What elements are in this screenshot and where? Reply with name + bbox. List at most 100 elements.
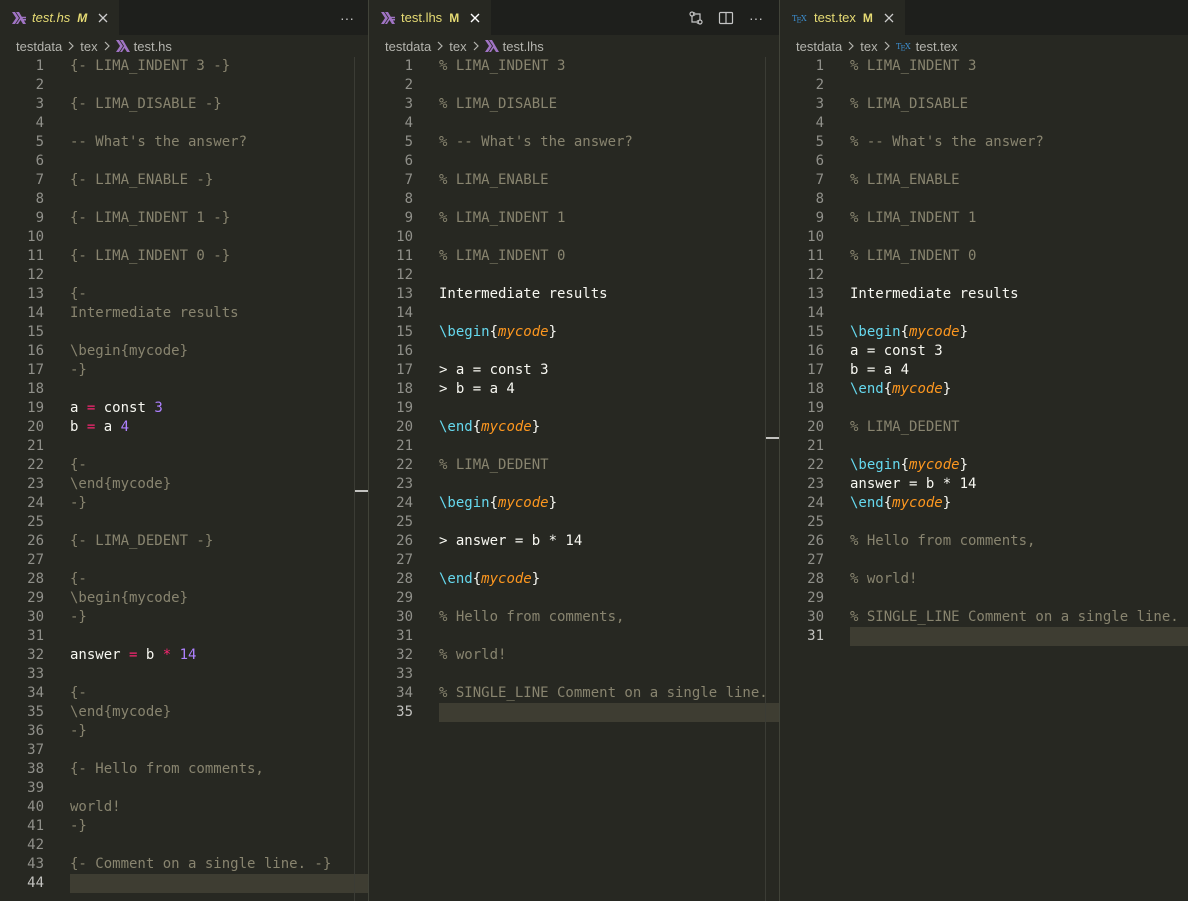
code-line[interactable] bbox=[70, 228, 368, 247]
breadcrumb-folder-testdata[interactable]: testdata bbox=[385, 39, 431, 54]
code-line[interactable] bbox=[850, 228, 1188, 247]
code-line[interactable]: \end{mycode} bbox=[70, 475, 368, 494]
code-line[interactable]: \begin{mycode} bbox=[850, 323, 1188, 342]
code-line[interactable] bbox=[439, 304, 779, 323]
code-line[interactable]: b = a 4 bbox=[850, 361, 1188, 380]
code-line[interactable] bbox=[439, 589, 779, 608]
code-line[interactable] bbox=[439, 627, 779, 646]
code-line[interactable]: Intermediate results bbox=[850, 285, 1188, 304]
open-changes-icon[interactable] bbox=[685, 7, 707, 29]
code-line[interactable] bbox=[439, 228, 779, 247]
tab-test-lhs[interactable]: test.lhs M bbox=[369, 0, 492, 35]
code-line[interactable]: -} bbox=[70, 722, 368, 741]
code-line[interactable] bbox=[70, 266, 368, 285]
code-line[interactable]: -- What's the answer? bbox=[70, 133, 368, 152]
code-line[interactable]: % Hello from comments, bbox=[439, 608, 779, 627]
code-area[interactable]: % LIMA_INDENT 3 % LIMA_DISABLE % -- What's… bbox=[439, 57, 779, 722]
code-line[interactable]: % LIMA_DISABLE bbox=[850, 95, 1188, 114]
code-line[interactable]: \begin{mycode} bbox=[70, 342, 368, 361]
code-area[interactable]: {- LIMA_INDENT 3 -} {- LIMA_DISABLE -} -- … bbox=[70, 57, 368, 893]
more-actions-icon[interactable]: ··· bbox=[745, 7, 767, 29]
code-line[interactable]: -} bbox=[70, 361, 368, 380]
code-line[interactable]: {- Hello from comments, bbox=[70, 760, 368, 779]
code-line[interactable]: \end{mycode} bbox=[850, 380, 1188, 399]
code-line[interactable] bbox=[850, 76, 1188, 95]
current-line[interactable] bbox=[850, 627, 1188, 646]
code-line[interactable]: % LIMA_INDENT 3 bbox=[439, 57, 779, 76]
code-line[interactable] bbox=[439, 551, 779, 570]
code-line[interactable]: {- bbox=[70, 570, 368, 589]
breadcrumb-folder-testdata[interactable]: testdata bbox=[16, 39, 62, 54]
code-line[interactable]: b = a 4 bbox=[70, 418, 368, 437]
code-line[interactable] bbox=[70, 114, 368, 133]
current-line[interactable] bbox=[70, 874, 368, 893]
code-line[interactable]: answer = b * 14 bbox=[70, 646, 368, 665]
code-line[interactable] bbox=[70, 836, 368, 855]
code-line[interactable] bbox=[850, 551, 1188, 570]
code-line[interactable]: > answer = b * 14 bbox=[439, 532, 779, 551]
code-line[interactable]: world! bbox=[70, 798, 368, 817]
split-editor-icon[interactable] bbox=[715, 7, 737, 29]
code-line[interactable]: {- bbox=[70, 285, 368, 304]
code-line[interactable]: a = const 3 bbox=[70, 399, 368, 418]
breadcrumb-folder-tex[interactable]: tex bbox=[80, 39, 97, 54]
code-line[interactable] bbox=[850, 152, 1188, 171]
code-line[interactable]: -} bbox=[70, 608, 368, 627]
breadcrumb-folder-tex[interactable]: tex bbox=[860, 39, 877, 54]
code-line[interactable]: % LIMA_INDENT 0 bbox=[439, 247, 779, 266]
code-line[interactable]: {- LIMA_DEDENT -} bbox=[70, 532, 368, 551]
code-line[interactable] bbox=[70, 627, 368, 646]
code-line[interactable]: \begin{mycode} bbox=[439, 494, 779, 513]
code-line[interactable] bbox=[70, 380, 368, 399]
close-icon[interactable] bbox=[881, 10, 897, 26]
code-line[interactable]: {- LIMA_ENABLE -} bbox=[70, 171, 368, 190]
breadcrumb-file[interactable]: test.tex bbox=[916, 39, 958, 54]
code-line[interactable] bbox=[70, 513, 368, 532]
breadcrumb-file[interactable]: test.lhs bbox=[503, 39, 544, 54]
code-line[interactable] bbox=[70, 741, 368, 760]
code-line[interactable] bbox=[439, 190, 779, 209]
code-line[interactable]: % -- What's the answer? bbox=[850, 133, 1188, 152]
code-line[interactable]: % LIMA_DISABLE bbox=[439, 95, 779, 114]
breadcrumb-folder-testdata[interactable]: testdata bbox=[796, 39, 842, 54]
code-line[interactable]: % LIMA_ENABLE bbox=[850, 171, 1188, 190]
code-line[interactable]: \end{mycode} bbox=[439, 570, 779, 589]
code-line[interactable]: \end{mycode} bbox=[850, 494, 1188, 513]
code-line[interactable] bbox=[850, 114, 1188, 133]
current-line[interactable] bbox=[439, 703, 779, 722]
close-icon[interactable] bbox=[95, 10, 111, 26]
code-line[interactable] bbox=[439, 152, 779, 171]
code-line[interactable]: % Hello from comments, bbox=[850, 532, 1188, 551]
code-line[interactable] bbox=[439, 342, 779, 361]
code-line[interactable]: \end{mycode} bbox=[439, 418, 779, 437]
code-line[interactable] bbox=[439, 399, 779, 418]
code-line[interactable]: % LIMA_INDENT 1 bbox=[850, 209, 1188, 228]
code-line[interactable] bbox=[850, 399, 1188, 418]
close-icon[interactable] bbox=[467, 10, 483, 26]
code-line[interactable]: % LIMA_ENABLE bbox=[439, 171, 779, 190]
code-line[interactable]: -} bbox=[70, 817, 368, 836]
vertical-scrollbar[interactable] bbox=[765, 57, 779, 901]
code-line[interactable]: {- bbox=[70, 456, 368, 475]
code-line[interactable]: {- bbox=[70, 684, 368, 703]
code-line[interactable] bbox=[850, 589, 1188, 608]
code-line[interactable]: % SINGLE_LINE Comment on a single line. bbox=[850, 608, 1188, 627]
tab-test-tex[interactable]: TEX test.tex M bbox=[780, 0, 905, 35]
code-line[interactable] bbox=[439, 266, 779, 285]
code-area[interactable]: % LIMA_INDENT 3 % LIMA_DISABLE % -- What's… bbox=[850, 57, 1188, 646]
code-line[interactable]: % LIMA_INDENT 3 bbox=[850, 57, 1188, 76]
code-line[interactable]: > a = const 3 bbox=[439, 361, 779, 380]
breadcrumb-file[interactable]: test.hs bbox=[134, 39, 172, 54]
code-line[interactable]: {- LIMA_DISABLE -} bbox=[70, 95, 368, 114]
code-line[interactable]: % SINGLE_LINE Comment on a single line. bbox=[439, 684, 779, 703]
code-line[interactable] bbox=[439, 437, 779, 456]
code-line[interactable] bbox=[70, 665, 368, 684]
code-line[interactable]: a = const 3 bbox=[850, 342, 1188, 361]
code-line[interactable] bbox=[850, 513, 1188, 532]
code-line[interactable] bbox=[70, 551, 368, 570]
code-editor[interactable]: 1 2 3 4 5 6 7 8 9 10 11 12 13 14 15 16 17 18 19 20 21 22 23 24 2… bbox=[369, 57, 779, 901]
code-line[interactable] bbox=[439, 513, 779, 532]
code-line[interactable]: \begin{mycode} bbox=[439, 323, 779, 342]
code-line[interactable]: % LIMA_DEDENT bbox=[439, 456, 779, 475]
code-line[interactable]: {- Comment on a single line. -} bbox=[70, 855, 368, 874]
